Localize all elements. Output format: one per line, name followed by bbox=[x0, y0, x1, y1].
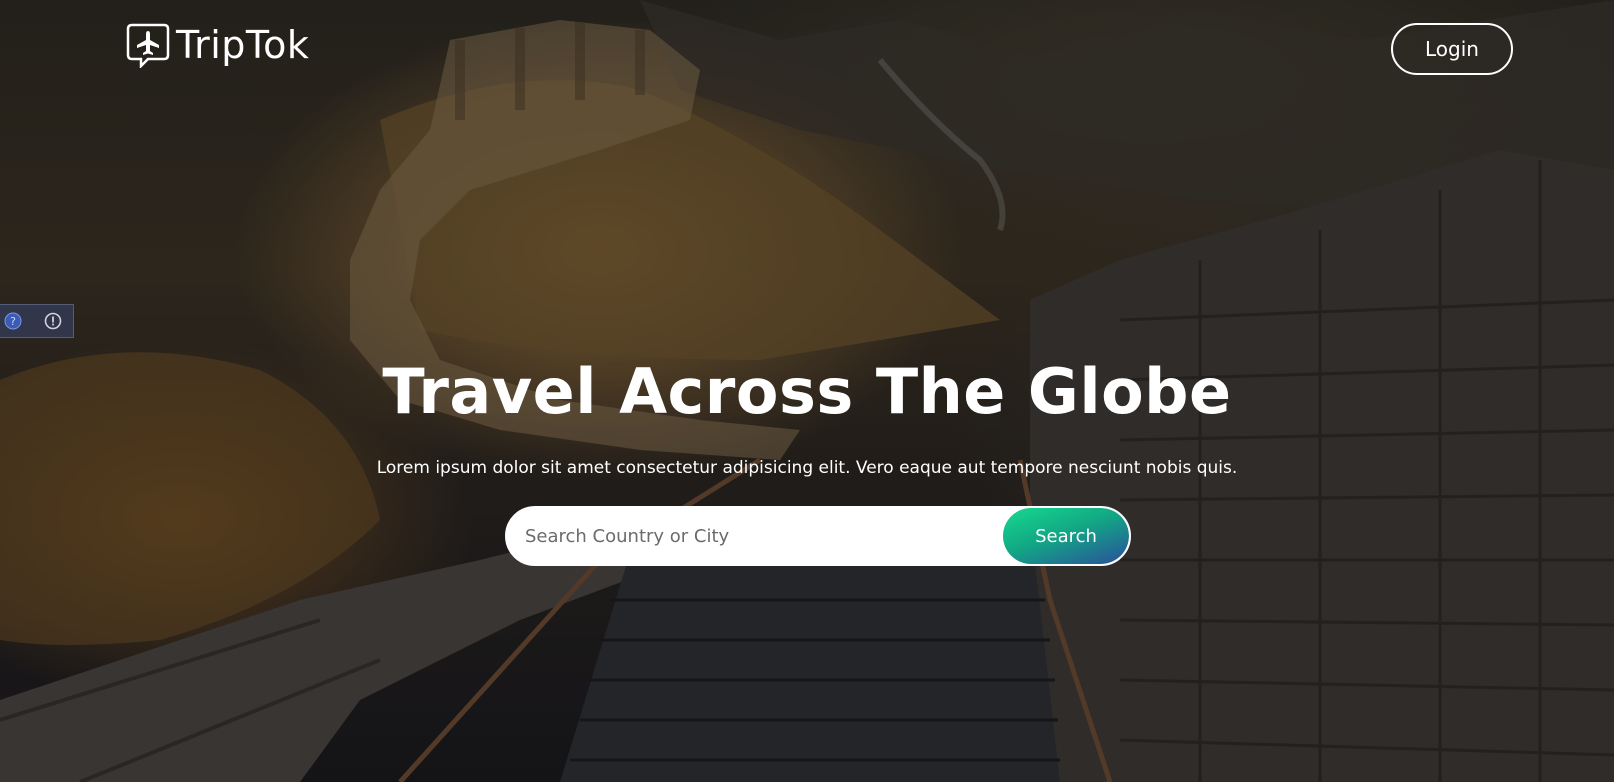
info-icon[interactable] bbox=[44, 312, 62, 330]
logo-text: TripTok bbox=[176, 23, 310, 67]
side-widget: ? bbox=[0, 304, 74, 338]
search-bar: Search bbox=[505, 506, 1131, 566]
login-button[interactable]: Login bbox=[1391, 23, 1513, 75]
logo[interactable]: TripTok bbox=[126, 22, 310, 70]
svg-text:?: ? bbox=[10, 315, 16, 328]
search-input[interactable] bbox=[507, 508, 1003, 564]
airplane-chat-icon bbox=[126, 22, 170, 70]
hero-subtitle: Lorem ipsum dolor sit amet consectetur a… bbox=[376, 458, 1238, 478]
search-button[interactable]: Search bbox=[1003, 508, 1129, 564]
hero-title: Travel Across The Globe bbox=[382, 355, 1232, 428]
help-icon[interactable]: ? bbox=[4, 312, 22, 330]
